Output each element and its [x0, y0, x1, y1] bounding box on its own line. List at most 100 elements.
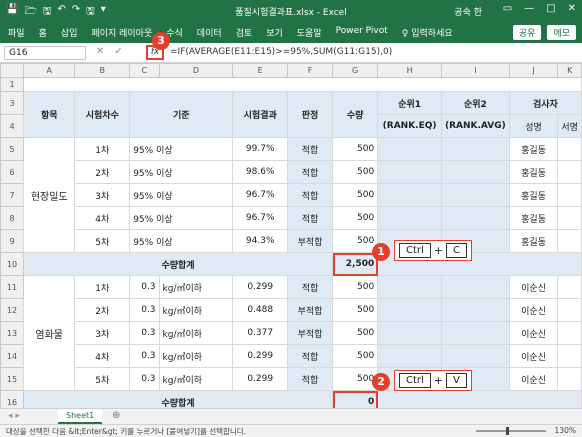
formula-input[interactable]: =IF(AVERAGE(E11:E15)>=95%,SUM(G11:G15),0… [170, 47, 392, 57]
cell[interactable] [23, 77, 582, 92]
cell-verdict[interactable]: 적합 [287, 206, 334, 230]
add-sheet-icon[interactable]: ⊕ [112, 410, 120, 421]
cell-rank2[interactable] [440, 344, 510, 368]
group-label[interactable]: 염화물 [23, 275, 76, 391]
row-header[interactable]: 3 [0, 91, 25, 115]
header-tester[interactable]: 검사자 [508, 91, 582, 115]
cell-result[interactable]: 96.7% [232, 183, 289, 207]
cell-criteria-unit[interactable]: kg/㎥이하 [158, 344, 234, 368]
name-box[interactable]: G16 [4, 46, 86, 60]
row-header[interactable]: 6 [0, 160, 25, 184]
cell-sign[interactable] [557, 160, 582, 184]
cell-rank1[interactable] [377, 206, 442, 230]
col-header-a[interactable]: A [23, 63, 76, 78]
cell-order[interactable]: 5차 [74, 229, 131, 253]
cell-tester[interactable]: 홍길동 [508, 229, 559, 253]
cell-order[interactable]: 3차 [74, 321, 131, 345]
row-header[interactable]: 14 [0, 344, 25, 368]
cell-criteria-num[interactable]: 0.3 [129, 298, 160, 322]
cell-tester[interactable]: 이순신 [508, 275, 559, 299]
header-rank1[interactable]: 순위1 [377, 91, 442, 115]
cell-qty[interactable]: 500 [332, 298, 379, 322]
cell-criteria[interactable]: 95% 이상 [129, 160, 234, 184]
cell-qty[interactable]: 500 [332, 321, 379, 345]
cell-rank2[interactable] [440, 206, 510, 230]
tell-me-search[interactable]: ♀ 입력하세요 [402, 26, 453, 39]
user-name[interactable]: 공숙 한 [454, 5, 482, 18]
cell-rank2[interactable] [440, 321, 510, 345]
row-header[interactable]: 9 [0, 229, 25, 253]
cell-sign[interactable] [557, 275, 582, 299]
row-header[interactable]: 7 [0, 183, 25, 207]
cell-tester[interactable]: 이순신 [508, 298, 559, 322]
row-header[interactable]: 15 [0, 367, 25, 391]
cell-tester[interactable]: 이순신 [508, 321, 559, 345]
cell-rank1[interactable] [377, 137, 442, 161]
col-header-i[interactable]: I [440, 63, 510, 78]
col-header-c[interactable]: C [129, 63, 160, 78]
cell-result[interactable]: 0.299 [232, 344, 289, 368]
cell-sign[interactable] [557, 183, 582, 207]
cell-criteria[interactable]: 95% 이상 [129, 206, 234, 230]
cell-rank1[interactable] [377, 344, 442, 368]
tab-data[interactable]: 데이터 [197, 26, 222, 39]
close-icon[interactable]: ✕ [568, 3, 576, 14]
cell-result[interactable]: 99.7% [232, 137, 289, 161]
col-header-f[interactable]: F [287, 63, 334, 78]
cell-qty[interactable]: 500 [332, 206, 379, 230]
cell-criteria-num[interactable]: 0.3 [129, 321, 160, 345]
header-rank2-sub[interactable]: (RANK.AVG) [440, 114, 510, 138]
zoom-slider[interactable] [476, 427, 546, 435]
header-result[interactable]: 시험결과 [232, 91, 289, 138]
row-header[interactable]: 10 [0, 252, 25, 276]
cell-criteria-unit[interactable]: kg/㎥이하 [158, 367, 234, 391]
cell-rank1[interactable] [377, 298, 442, 322]
ribbon-display-icon[interactable]: ▭ [503, 3, 512, 14]
cell-rank1[interactable] [377, 183, 442, 207]
row-header[interactable]: 5 [0, 137, 25, 161]
cell-verdict[interactable]: 적합 [287, 160, 334, 184]
cell-verdict[interactable]: 부적합 [287, 321, 334, 345]
cell-result[interactable]: 0.299 [232, 275, 289, 299]
header-rank1-sub[interactable]: (RANK.EQ) [377, 114, 442, 138]
header-rank2[interactable]: 순위2 [440, 91, 510, 115]
cell-rank2[interactable] [440, 160, 510, 184]
cell-qty[interactable]: 500 [332, 183, 379, 207]
cell-sign[interactable] [557, 206, 582, 230]
cell-verdict[interactable]: 적합 [287, 183, 334, 207]
total-label[interactable]: 수량합계 [23, 252, 334, 276]
cell-order[interactable]: 1차 [74, 137, 131, 161]
cell-order[interactable]: 3차 [74, 183, 131, 207]
row-header[interactable]: 1 [0, 77, 25, 92]
cell-sign[interactable] [557, 229, 582, 253]
cell-rank2[interactable] [440, 275, 510, 299]
col-header-h[interactable]: H [377, 63, 442, 78]
header-name[interactable]: 성명 [508, 114, 559, 138]
cell-order[interactable]: 4차 [74, 206, 131, 230]
cell-rank2[interactable] [440, 183, 510, 207]
cell-criteria-num[interactable]: 0.3 [129, 275, 160, 299]
cell-rank1[interactable] [377, 321, 442, 345]
cell-sign[interactable] [557, 367, 582, 391]
cell-criteria[interactable]: 95% 이상 [129, 183, 234, 207]
cell-result[interactable]: 96.7% [232, 206, 289, 230]
cell-criteria-num[interactable]: 0.3 [129, 367, 160, 391]
memo-button[interactable]: 메모 [547, 25, 576, 40]
cell-sign[interactable] [557, 321, 582, 345]
row-header[interactable]: 12 [0, 298, 25, 322]
cell-criteria-unit[interactable]: kg/㎥이하 [158, 275, 234, 299]
tab-file[interactable]: 파일 [8, 26, 25, 39]
cell-qty[interactable]: 500 [332, 137, 379, 161]
sheet-nav-arrows[interactable]: ◂ ▸ [8, 411, 20, 421]
header-sign[interactable]: 서명 [557, 114, 582, 138]
row-header[interactable]: 13 [0, 321, 25, 345]
cell-qty[interactable]: 500 [332, 367, 379, 391]
cell-tester[interactable]: 이순신 [508, 344, 559, 368]
cell-sign[interactable] [557, 344, 582, 368]
cell-result[interactable]: 94.3% [232, 229, 289, 253]
cancel-icon[interactable]: ✕ [96, 46, 104, 57]
header-qty[interactable]: 수량 [332, 91, 379, 138]
tab-power-pivot[interactable]: Power Pivot [336, 26, 388, 39]
cell-order[interactable]: 1차 [74, 275, 131, 299]
tab-help[interactable]: 도움말 [297, 26, 322, 39]
